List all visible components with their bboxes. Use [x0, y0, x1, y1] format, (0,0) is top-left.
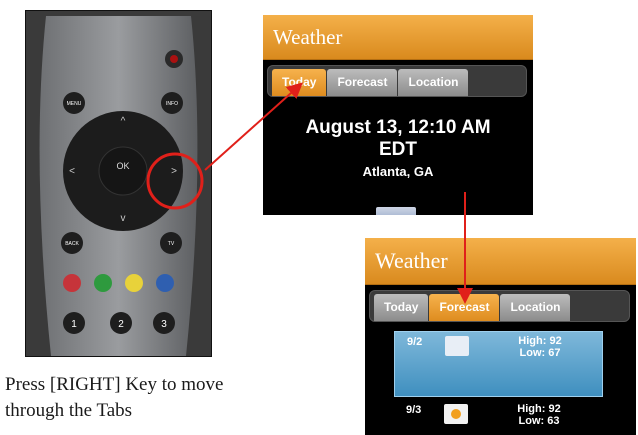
partly-cloudy-icon [445, 336, 469, 356]
weather-icon [376, 207, 416, 215]
tab-location[interactable]: Location [398, 69, 469, 96]
timezone: EDT [379, 139, 417, 160]
caption-line-1: Press [RIGHT] Key to move [5, 374, 224, 395]
location-city: Atlanta, GA [362, 164, 434, 179]
tab-today[interactable]: Today [374, 294, 429, 321]
svg-text:1: 1 [71, 319, 77, 330]
tab-bar: Today Forecast Location [267, 65, 527, 97]
widget-title: Weather [263, 15, 533, 60]
weather-widget-forecast: Weather Today Forecast Location 9/2 High: … [365, 238, 636, 435]
tab-bar: Today Forecast Location [369, 290, 630, 322]
forecast-high: High: 92 [518, 335, 562, 347]
current-datetime: August 13, 12:10 AM [305, 117, 491, 138]
sun-icon [444, 404, 468, 424]
widget-title: Weather [365, 238, 636, 285]
tab-location[interactable]: Location [500, 294, 571, 321]
today-panel: August 13, 12:10 AM EDT Atlanta, GA [263, 117, 533, 179]
tab-forecast[interactable]: Forecast [327, 69, 398, 96]
forecast-date: 9/2 [407, 336, 423, 348]
ok-label: OK [116, 161, 129, 171]
forecast-row[interactable]: 9/3 High: 92 Low: 63 [394, 400, 601, 435]
weather-widget-today: Weather Today Forecast Location August 13,… [263, 15, 533, 215]
svg-text:^: ^ [121, 116, 126, 127]
yellow-button [125, 274, 143, 292]
forecast-row[interactable]: 9/2 High: 92 Low: 67 [394, 331, 603, 397]
forecast-date: 9/3 [406, 404, 422, 416]
menu-label: MENU [67, 101, 82, 107]
info-label: INFO [166, 101, 178, 107]
forecast-low: Low: 67 [519, 347, 561, 359]
svg-text:<: < [69, 166, 75, 177]
tab-today[interactable]: Today [272, 69, 327, 96]
blue-button [156, 274, 174, 292]
forecast-temps: High: 92 Low: 67 [510, 335, 570, 359]
forecast-temps: High: 92 Low: 63 [509, 403, 569, 427]
svg-text:3: 3 [161, 319, 167, 330]
svg-text:v: v [121, 213, 126, 224]
svg-text:>: > [171, 166, 177, 177]
green-button [94, 274, 112, 292]
instruction-caption: Press [RIGHT] Key to move through the Ta… [5, 372, 325, 424]
tab-forecast[interactable]: Forecast [429, 294, 500, 321]
forecast-low: Low: 63 [518, 415, 560, 427]
svg-text:2: 2 [118, 319, 124, 330]
red-button [63, 274, 81, 292]
remote-control-photo: MENU INFO OK ^ v < > BACK TV 1 2 3 [25, 10, 212, 357]
back-label: BACK [65, 241, 79, 247]
tv-label: TV [168, 241, 175, 247]
forecast-high: High: 92 [517, 403, 561, 415]
caption-line-2: through the Tabs [5, 400, 133, 421]
